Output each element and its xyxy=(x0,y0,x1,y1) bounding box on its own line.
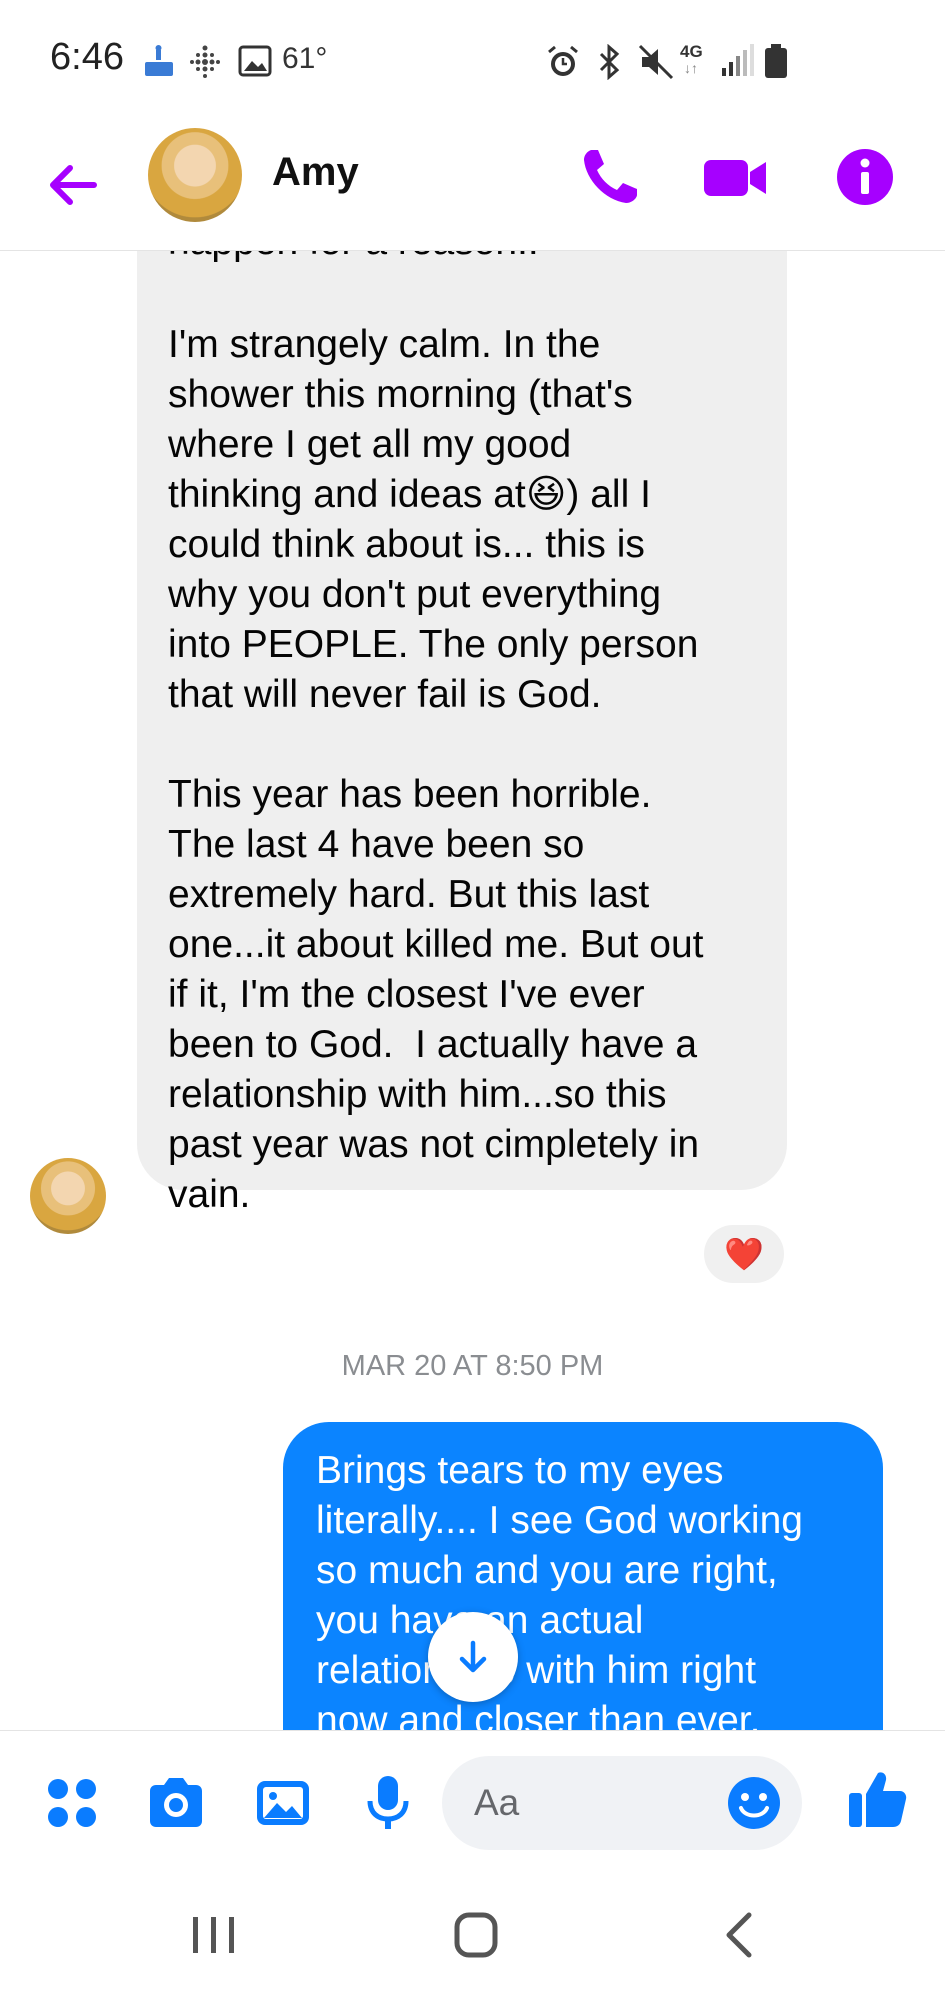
emoji-icon[interactable] xyxy=(725,1774,783,1832)
contact-avatar[interactable] xyxy=(148,128,242,222)
gallery-icon xyxy=(238,45,272,77)
thumbs-up-icon[interactable] xyxy=(845,1767,909,1831)
network-icon: 4G ↓↑ xyxy=(680,42,703,76)
alarm-icon xyxy=(548,45,578,76)
battery-icon xyxy=(765,44,787,78)
back-arrow-icon[interactable] xyxy=(40,152,106,218)
message-input[interactable]: Aa xyxy=(442,1756,802,1850)
phone-call-icon[interactable] xyxy=(575,142,645,212)
conversation-header: Amy xyxy=(0,120,945,251)
birthday-cake-icon xyxy=(145,45,173,76)
status-time: 6:46 xyxy=(50,36,124,78)
contact-name[interactable]: Amy xyxy=(272,150,359,195)
status-bar: 6:46 61° 4G ↓↑ xyxy=(0,0,945,120)
fitbit-icon xyxy=(190,45,220,78)
message-thread[interactable]: happen for a reason!. I'm strangely calm… xyxy=(0,250,945,1730)
home-icon[interactable] xyxy=(440,1903,510,1967)
message-input-placeholder: Aa xyxy=(474,1782,520,1823)
heart-reaction[interactable]: ❤️ xyxy=(704,1225,784,1283)
incoming-message-cut-line: happen for a reason!. xyxy=(168,250,539,267)
scroll-to-bottom-button[interactable] xyxy=(428,1612,518,1702)
incoming-message-text: I'm strangely calm. In the shower this m… xyxy=(168,323,704,1216)
bluetooth-icon xyxy=(599,44,620,80)
recent-apps-icon[interactable] xyxy=(178,1903,248,1967)
microphone-icon[interactable] xyxy=(358,1773,418,1833)
network-type: 4G xyxy=(680,42,703,61)
heart-icon: ❤️ xyxy=(724,1236,764,1272)
message-timestamp: MAR 20 AT 8:50 PM xyxy=(341,1350,604,1382)
message-composer: Aa xyxy=(0,1730,945,1876)
arrow-down-icon xyxy=(459,1640,487,1673)
info-icon[interactable] xyxy=(830,142,900,212)
outgoing-message-text: Brings tears to my eyes literally.... I … xyxy=(316,1449,803,1730)
system-navigation-bar xyxy=(0,1875,945,1995)
gallery-picker-icon[interactable] xyxy=(253,1773,313,1833)
signal-icon xyxy=(722,44,754,76)
camera-icon[interactable] xyxy=(146,1773,206,1833)
more-actions-icon[interactable] xyxy=(42,1773,102,1833)
sender-avatar[interactable] xyxy=(30,1158,106,1234)
mute-icon xyxy=(638,44,674,80)
temperature: 61° xyxy=(282,42,328,75)
video-call-icon[interactable] xyxy=(700,142,770,212)
back-nav-icon[interactable] xyxy=(705,1903,775,1967)
